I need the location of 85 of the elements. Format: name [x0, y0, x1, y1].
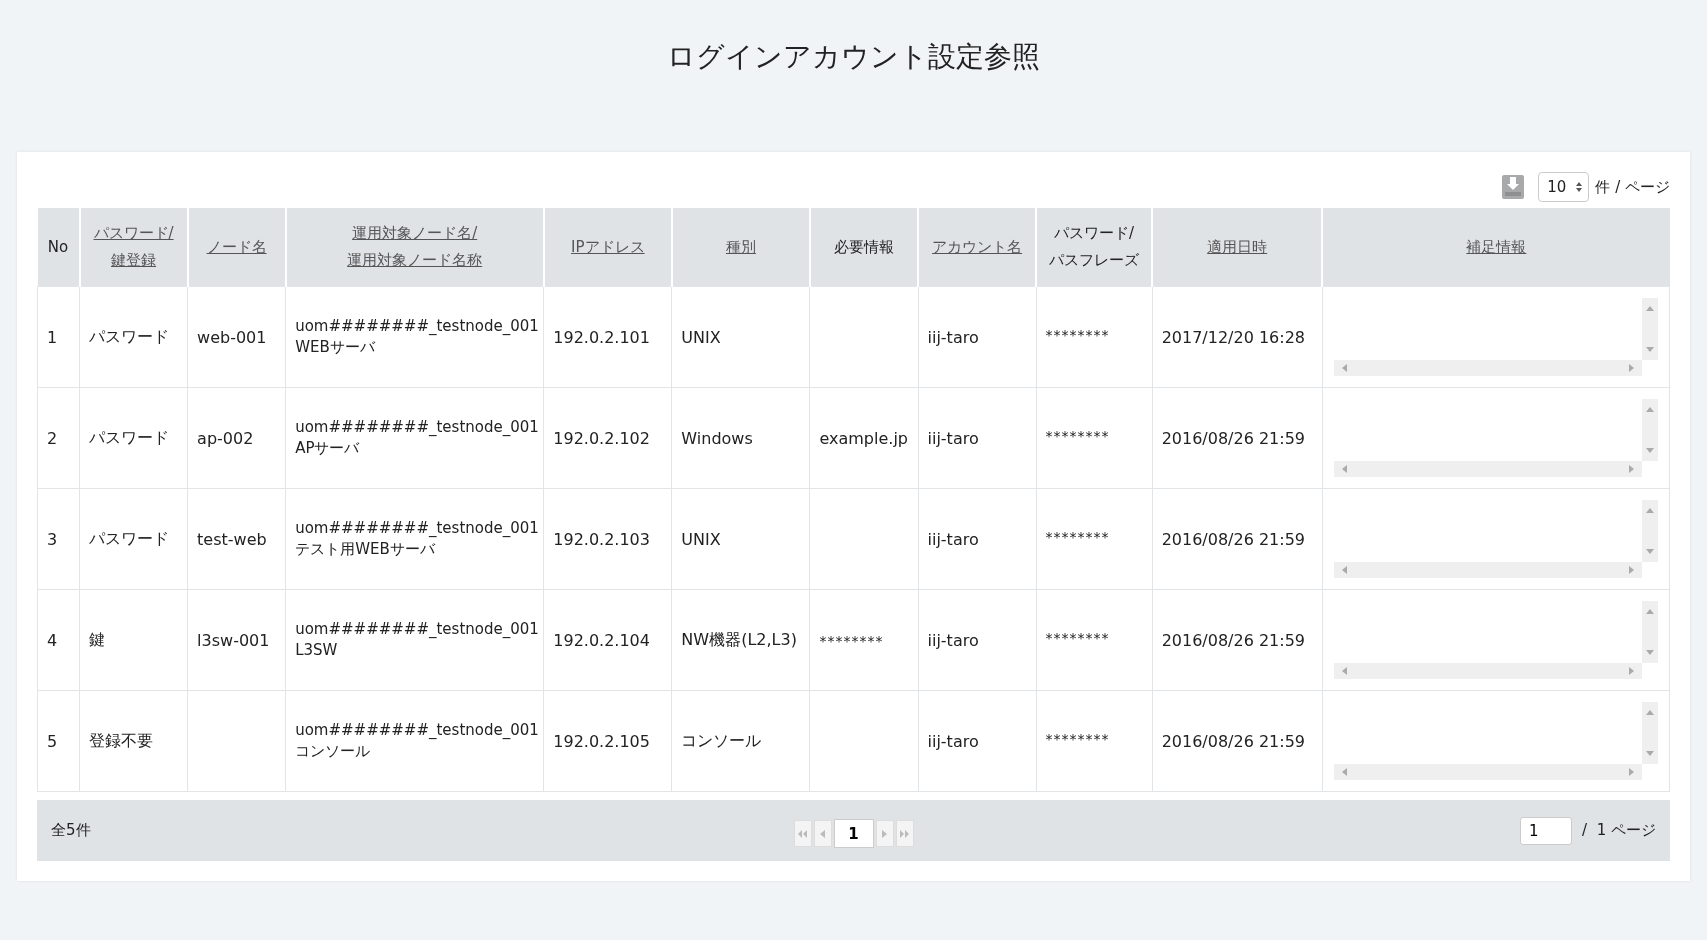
node-name: ap-002 — [197, 428, 254, 448]
scroll-up-icon[interactable] — [1646, 609, 1654, 614]
row-number: 1 — [47, 327, 58, 347]
csv-download-icon[interactable] — [1502, 175, 1525, 199]
page-input[interactable]: 1 — [1520, 816, 1573, 845]
page-title: ログインアカウント設定参照 — [667, 39, 1040, 75]
scroll-up-icon[interactable] — [1646, 710, 1654, 715]
scroll-down-icon[interactable] — [1646, 549, 1654, 554]
required-info: ******** — [819, 632, 884, 649]
password-mask: ******** — [1045, 326, 1110, 343]
notes-field[interactable] — [1333, 702, 1658, 780]
account-name: iij-taro — [927, 327, 979, 347]
row-number: 5 — [47, 731, 58, 751]
scroll-left-icon[interactable] — [1341, 768, 1347, 776]
row-number: 4 — [47, 630, 58, 650]
notes-field[interactable] — [1333, 399, 1658, 477]
account-name: iij-taro — [927, 630, 979, 650]
double-left-icon — [798, 829, 807, 838]
sortable-column-header[interactable]: 種別 — [725, 233, 756, 261]
node-name: test-web — [197, 529, 267, 549]
applied-date: 2016/08/26 21:59 — [1161, 630, 1306, 650]
registration-type: 登録不要 — [89, 730, 153, 750]
node-name: l3sw-001 — [197, 630, 270, 650]
account-name: iij-taro — [927, 731, 979, 751]
applied-date: 2016/08/26 21:59 — [1161, 529, 1306, 549]
ip-address: 192.0.2.103 — [553, 529, 650, 549]
scroll-left-icon[interactable] — [1341, 566, 1347, 574]
right-icon — [882, 829, 887, 838]
registration-type: パスワード — [89, 528, 169, 548]
account-name: iij-taro — [927, 428, 979, 448]
notes-field[interactable] — [1333, 500, 1658, 578]
password-mask: ******** — [1045, 528, 1110, 545]
ip-address: 192.0.2.101 — [553, 327, 650, 347]
spinner-icon — [1576, 182, 1583, 192]
per-page-select[interactable]: 10 — [1538, 172, 1590, 202]
row-number: 2 — [47, 428, 58, 448]
scroll-right-icon[interactable] — [1629, 465, 1634, 473]
column-header: パスワード/ パスフレーズ — [1049, 223, 1140, 271]
scroll-down-icon[interactable] — [1646, 347, 1654, 352]
password-mask: ******** — [1045, 629, 1110, 646]
scroll-up-icon[interactable] — [1646, 407, 1654, 412]
password-mask: ******** — [1045, 427, 1110, 444]
scroll-left-icon[interactable] — [1341, 667, 1347, 675]
scroll-right-icon[interactable] — [1629, 566, 1634, 574]
node-name: web-001 — [197, 327, 267, 347]
ip-address: 192.0.2.102 — [553, 428, 650, 448]
scroll-right-icon[interactable] — [1629, 364, 1634, 372]
registration-type: 鍵 — [89, 629, 105, 649]
account-name: iij-taro — [927, 529, 979, 549]
node-type: NW機器(L2,L3) — [681, 629, 797, 649]
notes-field[interactable] — [1333, 298, 1658, 376]
scroll-down-icon[interactable] — [1646, 650, 1654, 655]
ip-address: 192.0.2.105 — [553, 731, 650, 751]
registration-type: パスワード — [89, 427, 169, 447]
sortable-column-header[interactable]: 適用日時 — [1207, 233, 1268, 261]
sortable-column-header[interactable]: 補足情報 — [1466, 233, 1527, 261]
left-icon — [820, 829, 825, 838]
required-info: example.jp — [819, 428, 908, 448]
node-type: コンソール — [681, 730, 762, 750]
scroll-left-icon[interactable] — [1341, 364, 1347, 372]
row-number: 3 — [47, 529, 58, 549]
notes-field[interactable] — [1333, 601, 1658, 679]
column-header: 必要情報 — [833, 236, 894, 258]
double-right-icon — [900, 829, 909, 838]
scroll-down-icon[interactable] — [1646, 751, 1654, 756]
page-count: / 1 ページ — [1582, 821, 1656, 840]
node-type: UNIX — [681, 327, 721, 347]
per-page-label: 件 / ページ — [1595, 177, 1670, 197]
node-type: UNIX — [681, 529, 721, 549]
scroll-up-icon[interactable] — [1646, 306, 1654, 311]
applied-date: 2017/12/20 16:28 — [1161, 327, 1306, 347]
password-mask: ******** — [1045, 730, 1110, 747]
column-header: No — [47, 236, 69, 258]
applied-date: 2016/08/26 21:59 — [1161, 731, 1306, 751]
scroll-left-icon[interactable] — [1341, 465, 1347, 473]
registration-type: パスワード — [89, 326, 169, 346]
scroll-right-icon[interactable] — [1629, 667, 1634, 675]
ip-address: 192.0.2.104 — [553, 630, 650, 650]
scroll-down-icon[interactable] — [1646, 448, 1654, 453]
node-type: Windows — [681, 428, 753, 448]
total-count: 全5件 — [51, 821, 92, 840]
applied-date: 2016/08/26 21:59 — [1161, 428, 1306, 448]
scroll-up-icon[interactable] — [1646, 508, 1654, 513]
page-number-button[interactable]: 1 — [833, 819, 874, 848]
scroll-right-icon[interactable] — [1629, 768, 1634, 776]
